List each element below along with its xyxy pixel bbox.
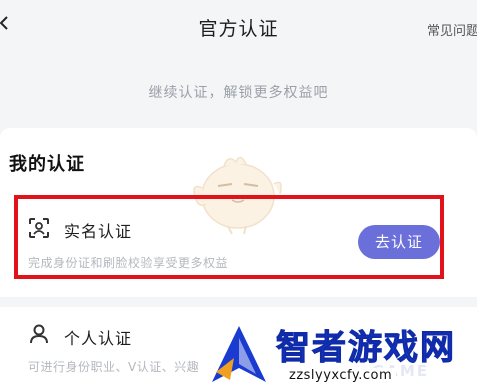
section-title: 我的认证 — [9, 154, 85, 175]
subtitle: 继续认证，解锁更多权益吧 — [148, 85, 329, 101]
watermark-logo-icon — [212, 326, 266, 382]
highlight-box — [14, 195, 444, 279]
page-title: 官方认证 — [198, 18, 279, 40]
item-desc-personal: 可进行身份职业、V认证、兴趣 — [28, 360, 200, 374]
top-bar: 官方认证 常见问题 — [0, 0, 477, 64]
watermark-url: zzslyyxcfy.com — [285, 368, 397, 383]
item-label-personal: 个人认证 — [64, 329, 133, 348]
divider — [0, 297, 477, 307]
person-icon — [30, 324, 48, 344]
faq-link[interactable]: 常见问题 — [427, 20, 477, 39]
